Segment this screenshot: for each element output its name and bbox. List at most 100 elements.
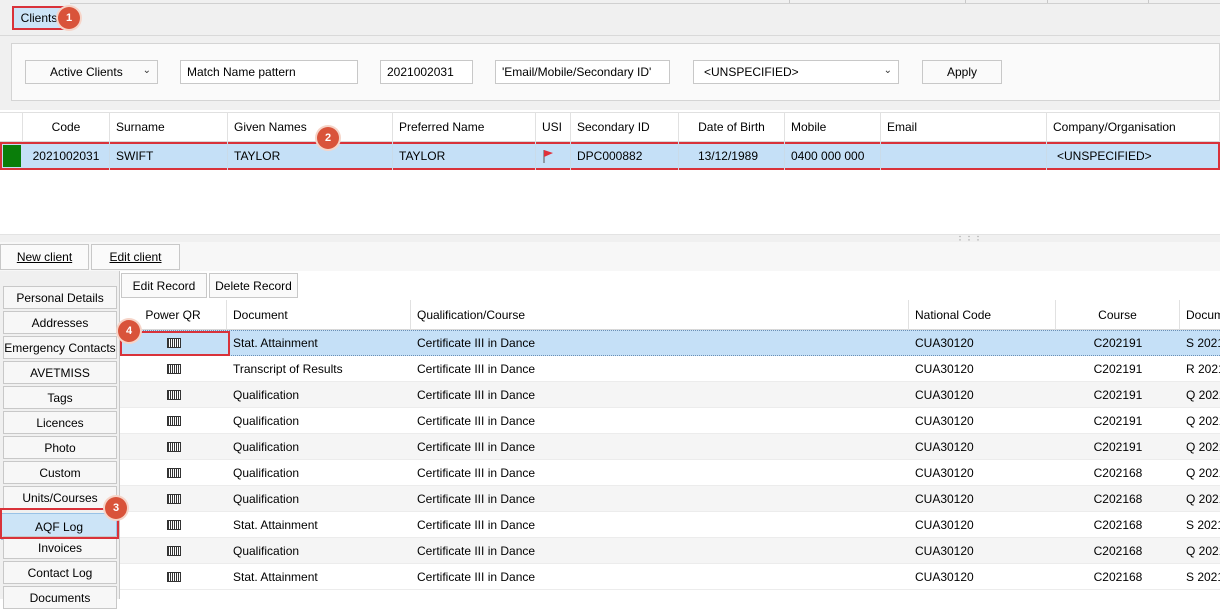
side-tab-label: Photo	[44, 440, 76, 455]
col-header-national-code[interactable]: National Code	[909, 300, 1056, 330]
cell-power-qr[interactable]	[120, 538, 227, 564]
cell-surname: SWIFT	[110, 142, 228, 170]
col-header-email[interactable]: Email	[881, 112, 1047, 142]
cell-course: C202168	[1093, 518, 1143, 532]
cell-course: C202168	[1093, 466, 1143, 480]
cell-power-qr[interactable]	[120, 486, 227, 512]
edit-record-label: Edit Record	[132, 278, 196, 293]
splitter-bar[interactable]	[0, 234, 1220, 242]
cell-qualification: Certificate III in Dance	[417, 414, 536, 428]
cell-company: <UNSPECIFIED>	[1057, 149, 1152, 163]
cell-power-qr[interactable]	[120, 512, 227, 538]
col-header-secondary-id[interactable]: Secondary ID	[571, 112, 679, 142]
side-tab-avetmiss[interactable]: AVETMISS	[3, 361, 117, 384]
side-tab-contact-log[interactable]: Contact Log	[3, 561, 117, 584]
cell-power-qr[interactable]	[120, 356, 227, 382]
cell-qualification: Certificate III in Dance	[417, 336, 536, 350]
col-header-mobile[interactable]: Mobile	[785, 112, 881, 142]
cell-power-qr[interactable]	[120, 382, 227, 408]
col-header-surname[interactable]: Surname	[110, 112, 228, 142]
col-header-document[interactable]: Document	[227, 300, 411, 330]
apply-button-label: Apply	[946, 65, 978, 79]
callout-badge-4: 4	[118, 320, 140, 342]
side-tab-licences[interactable]: Licences	[3, 411, 117, 434]
new-client-button[interactable]: New client	[0, 244, 89, 270]
cell-national-code: CUA30120	[915, 440, 974, 454]
code-value: 2021002031	[387, 65, 454, 79]
cell-document-number: Q 2021	[1186, 492, 1220, 506]
side-tab-photo[interactable]: Photo	[3, 436, 117, 459]
edit-client-label: Edit client	[109, 250, 162, 264]
col-header-qualification[interactable]: Qualification/Course	[411, 300, 909, 330]
cell-power-qr[interactable]	[120, 434, 227, 460]
name-pattern-input[interactable]: Match Name pattern	[180, 60, 358, 84]
new-client-label: New client	[16, 250, 73, 264]
col-header-dob[interactable]: Date of Birth	[679, 112, 785, 142]
code-input[interactable]: 2021002031	[380, 60, 473, 84]
cell-course: C202168	[1093, 544, 1143, 558]
qr-code-icon	[166, 494, 181, 504]
cell-course: C202168	[1093, 492, 1143, 506]
callout-badge-1: 1	[58, 7, 80, 29]
col-header-course[interactable]: Course	[1056, 300, 1180, 330]
cell-national-code: CUA30120	[915, 492, 974, 506]
col-header-code[interactable]: Code	[23, 112, 110, 142]
qr-code-icon	[166, 390, 181, 400]
cell-document-number: Q 2021	[1186, 466, 1220, 480]
tab-divider	[965, 0, 966, 3]
cell-mobile: 0400 000 000	[785, 142, 881, 170]
qr-code-icon	[166, 468, 181, 478]
cell-document: Stat. Attainment	[233, 570, 318, 584]
cell-power-qr[interactable]	[120, 564, 227, 590]
cell-course: C202191	[1093, 362, 1143, 376]
delete-record-button[interactable]: Delete Record	[209, 273, 298, 298]
contact-value: 'Email/Mobile/Secondary ID'	[502, 65, 652, 79]
company-filter-select[interactable]: <UNSPECIFIED> ⌄	[693, 60, 899, 84]
cell-national-code: CUA30120	[915, 414, 974, 428]
qr-code-icon	[166, 546, 181, 556]
side-tab-custom[interactable]: Custom	[3, 461, 117, 484]
side-tab-documents[interactable]: Documents	[3, 586, 117, 609]
callout-badge-3: 3	[105, 497, 127, 519]
status-filter-select[interactable]: Active Clients ⌄	[25, 60, 158, 84]
delete-record-label: Delete Record	[215, 278, 292, 293]
side-tab-invoices[interactable]: Invoices	[3, 536, 117, 559]
cell-power-qr[interactable]	[120, 460, 227, 486]
cell-document: Qualification	[233, 388, 300, 402]
cell-document: Qualification	[233, 544, 300, 558]
side-tab-tags[interactable]: Tags	[3, 386, 117, 409]
edit-client-button[interactable]: Edit client	[91, 244, 180, 270]
cell-power-qr[interactable]	[120, 408, 227, 434]
side-tab-addresses[interactable]: Addresses	[3, 311, 117, 334]
cell-document-number: R 2021	[1186, 362, 1220, 376]
qr-code-icon	[166, 416, 181, 426]
status-filter-value: Active Clients	[50, 65, 123, 79]
side-tab-personal-details[interactable]: Personal Details	[3, 286, 117, 309]
tab-divider	[1047, 0, 1048, 3]
chevron-down-icon: ⌄	[883, 65, 892, 76]
cell-preferred-name: TAYLOR	[393, 142, 536, 170]
side-tab-units-courses[interactable]: Units/Courses	[3, 486, 117, 509]
qr-code-icon	[166, 572, 181, 582]
cell-document-number: Q 2021	[1186, 544, 1220, 558]
company-filter-value: <UNSPECIFIED>	[704, 65, 799, 79]
edit-record-button[interactable]: Edit Record	[121, 273, 207, 298]
side-tab-emergency-contacts[interactable]: Emergency Contacts	[3, 336, 117, 359]
cell-qualification: Certificate III in Dance	[417, 544, 536, 558]
side-tab-label: AVETMISS	[30, 365, 90, 380]
cell-document: Qualification	[233, 440, 300, 454]
cell-document-number: Q 2021	[1186, 414, 1220, 428]
cell-national-code: CUA30120	[915, 570, 974, 584]
cell-document: Qualification	[233, 466, 300, 480]
col-header-document-number[interactable]: Docume	[1180, 300, 1220, 330]
col-header-company[interactable]: Company/Organisation	[1047, 112, 1220, 142]
cell-qualification: Certificate III in Dance	[417, 362, 536, 376]
col-header-given-names[interactable]: Given Names	[228, 112, 393, 142]
contact-input[interactable]: 'Email/Mobile/Secondary ID'	[495, 60, 670, 84]
apply-button[interactable]: Apply	[922, 60, 1002, 84]
tab-strip-line	[70, 3, 1220, 4]
col-header-preferred-name[interactable]: Preferred Name	[393, 112, 536, 142]
side-tab-label: Contact Log	[27, 565, 93, 580]
qr-code-icon	[166, 442, 181, 452]
col-header-usi[interactable]: USI	[536, 112, 571, 142]
